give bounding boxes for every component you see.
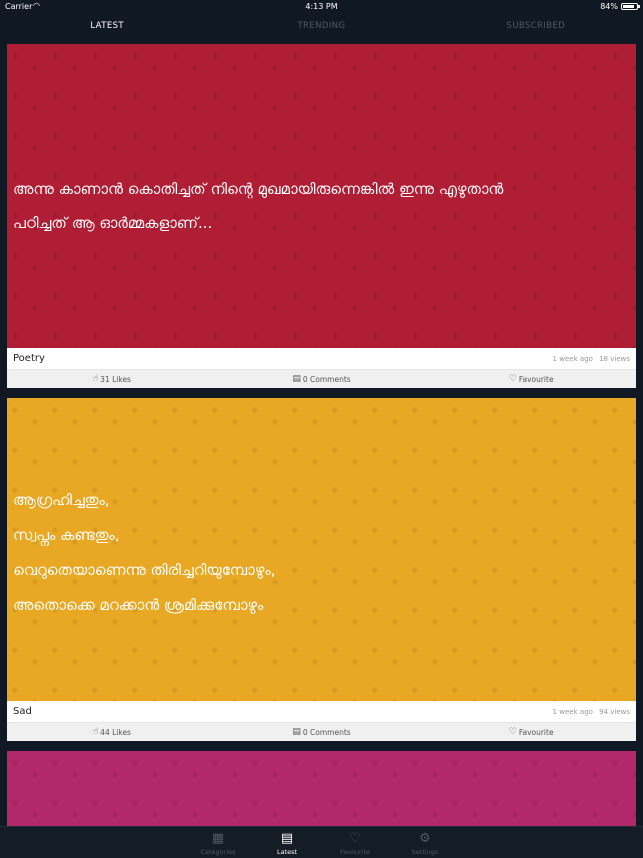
post-quote-area[interactable]: അന്നു കാണാൻ കൊതിച്ചത് നിന്റെ മുഖമായിരുന്… (7, 44, 636, 348)
background-pattern (7, 751, 636, 826)
grid-icon: ▦ (211, 831, 225, 846)
comments-button[interactable]: ▤ 0 Comments (217, 370, 427, 388)
favourite-button[interactable]: ♡ Favourite (426, 370, 636, 388)
quote-line: അതൊക്കെ മറക്കാൻ ശ്രമിക്കുമ്പോഴും (13, 596, 264, 614)
quote-line: പഠിച്ചത് ആ ഓർമ്മകളാണ്... (13, 214, 213, 232)
nav-label: Favourite (339, 848, 371, 856)
post-quote: അന്നു കാണാൻ കൊതിച്ചത് നിന്റെ മുഖമായിരുന്… (13, 172, 626, 240)
favourite-label: Favourite (518, 374, 554, 384)
nav-label: Categories (200, 848, 236, 856)
battery-percent: 84% (600, 2, 618, 11)
post-actions: ☝ 44 Likes ▤ 0 Comments ♡ Favourite (7, 723, 636, 741)
quote-line: വെറുതെയാണെന്നു തിരിച്ചറിയുമ്പോഴും, (13, 561, 276, 579)
post-views: 94 views (599, 708, 630, 716)
post-category[interactable]: Sad (13, 706, 32, 717)
post-quote-area[interactable]: ആഗ്രഹിച്ചതും, സ്വപ്നം കണ്ടതും, വെറുതെയാണ… (7, 398, 636, 701)
battery-fill (623, 5, 634, 8)
quote-line: സ്വപ്നം കണ്ടതും, (13, 526, 120, 544)
post-card: ആഗ്രഹിച്ചതും, സ്വപ്നം കണ്ടതും, വെറുതെയാണ… (7, 398, 636, 741)
thumbs-up-icon: ☝ (92, 374, 99, 384)
favourite-button[interactable]: ♡ Favourite (426, 723, 636, 741)
bottom-tab-bar: ▦ Categories ▤ Latest ♡ Favourite ⚙ Sett… (0, 826, 643, 858)
comment-count: 0 Comments (302, 374, 351, 384)
heart-icon: ♡ (349, 831, 361, 846)
gear-icon: ⚙ (419, 831, 431, 846)
post-feed[interactable]: അന്നു കാണാൻ കൊതിച്ചത് നിന്റെ മുഖമായിരുന്… (7, 44, 636, 826)
nav-settings[interactable]: ⚙ Settings (395, 830, 455, 856)
heart-icon: ♡ (508, 727, 517, 737)
battery-icon (621, 3, 640, 10)
post-stats: 1 week ago 18 views (549, 355, 630, 363)
like-button[interactable]: ☝ 31 Likes (7, 370, 217, 388)
like-count: 31 Likes (100, 374, 131, 384)
nav-latest[interactable]: ▤ Latest (257, 830, 317, 856)
nav-favourite[interactable]: ♡ Favourite (325, 830, 385, 856)
post-views: 18 views (599, 355, 630, 363)
status-bar: Carrier ◠ 4:13 PM 84% (0, 0, 643, 13)
comments-button[interactable]: ▤ 0 Comments (217, 723, 427, 741)
post-actions: ☝ 31 Likes ▤ 0 Comments ♡ Favourite (7, 370, 636, 388)
chat-bubbles-icon: ▤ (280, 831, 294, 846)
nav-categories[interactable]: ▦ Categories (188, 830, 248, 856)
quote-line: ആഗ്രഹിച്ചതും, (13, 491, 110, 509)
comment-icon: ▤ (292, 727, 301, 737)
top-tabs: LATEST TRENDING SUBSCRIBED (0, 13, 643, 43)
nav-label: Settings (411, 848, 439, 856)
quote-line: അന്നു കാണാൻ കൊതിച്ചത് നിന്റെ മുഖമായിരുന്… (13, 180, 504, 198)
nav-label: Latest (276, 848, 298, 856)
post-quote: ആഗ്രഹിച്ചതും, സ്വപ്നം കണ്ടതും, വെറുതെയാണ… (13, 483, 626, 623)
favourite-label: Favourite (518, 727, 554, 737)
post-category[interactable]: Poetry (13, 353, 45, 364)
post-meta: Sad 1 week ago 94 views (7, 701, 636, 723)
status-time: 4:13 PM (305, 2, 338, 11)
like-button[interactable]: ☝ 44 Likes (7, 723, 217, 741)
post-stats: 1 week ago 94 views (549, 708, 630, 716)
heart-icon: ♡ (508, 374, 517, 384)
post-time-ago: 1 week ago (552, 708, 593, 716)
tab-latest[interactable]: LATEST (0, 13, 214, 43)
post-card: അന്നു കാണാൻ കൊതിച്ചത് നിന്റെ മുഖമായിരുന്… (7, 44, 636, 388)
post-time-ago: 1 week ago (552, 355, 593, 363)
tab-subscribed[interactable]: SUBSCRIBED (429, 13, 643, 43)
comment-count: 0 Comments (302, 727, 351, 737)
comment-icon: ▤ (292, 374, 301, 384)
tab-trending[interactable]: TRENDING (214, 13, 428, 43)
post-meta: Poetry 1 week ago 18 views (7, 348, 636, 370)
thumbs-up-icon: ☝ (92, 727, 99, 737)
post-quote-area[interactable] (7, 751, 636, 826)
like-count: 44 Likes (100, 727, 131, 737)
post-card (7, 751, 636, 826)
